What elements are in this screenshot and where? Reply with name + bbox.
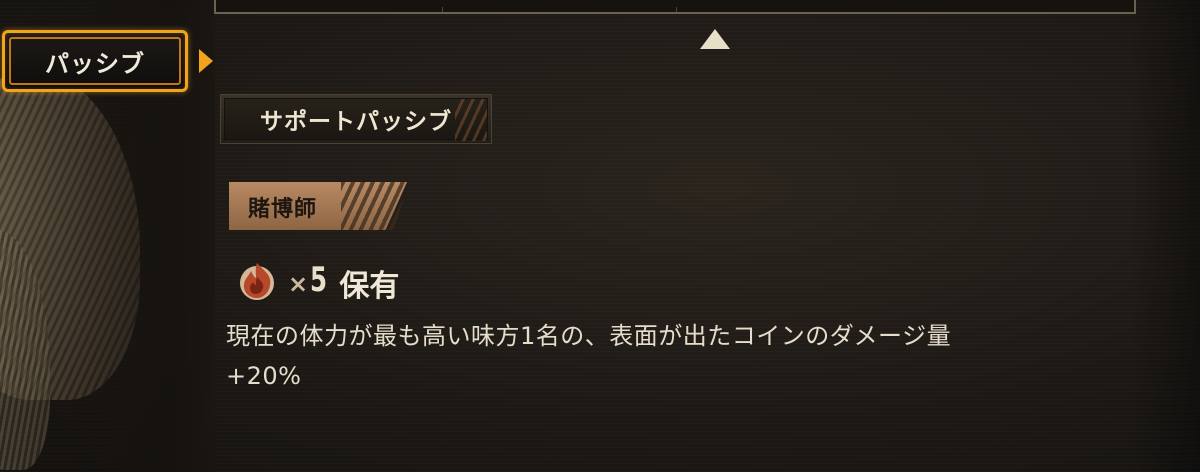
resource-count: 5 xyxy=(310,260,328,300)
flame-icon xyxy=(240,263,274,300)
tab-passive-label: パッシブ xyxy=(45,49,145,78)
right-shade xyxy=(1130,0,1200,472)
resource-requirement: × 5 保有 xyxy=(234,252,399,308)
description-line-2: +20% xyxy=(226,362,302,390)
tab-passive[interactable]: パッシブ xyxy=(2,30,188,92)
requirement-label: 保有 xyxy=(339,269,400,304)
passive-name: 賭博師 xyxy=(248,197,318,222)
scroll-up-icon[interactable] xyxy=(700,29,730,49)
active-tab-pointer-icon xyxy=(199,49,213,73)
passive-name-tag: 賭博師 xyxy=(229,182,407,230)
section-header: サポートパッシブ xyxy=(220,94,492,144)
game-screen: パッシブ サポートパッシブ 賭博師 × 5 保有 現在の体力が最も高い味方1名の… xyxy=(0,0,1200,472)
section-header-label: サポートパッシブ xyxy=(260,109,452,135)
top-panel xyxy=(214,0,1136,14)
tag-stripes-decoration xyxy=(341,182,407,230)
times-mark: × xyxy=(288,270,309,298)
passive-description: 現在の体力が最も高い味方1名の、表面が出たコインのダメージ量 +20% xyxy=(226,316,1126,396)
description-line-1: 現在の体力が最も高い味方1名の、表面が出たコインのダメージ量 xyxy=(226,322,952,350)
